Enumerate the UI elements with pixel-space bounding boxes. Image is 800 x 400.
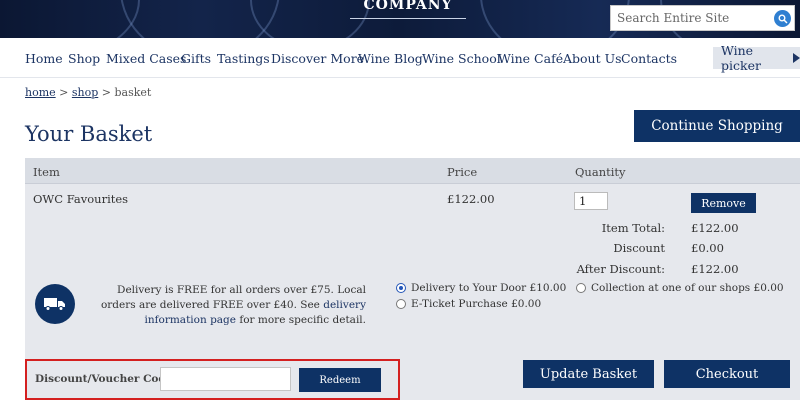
wine-picker-button[interactable]: Wine picker xyxy=(713,43,800,73)
header-banner: COMPANY xyxy=(0,0,800,38)
radio-label: Collection at one of our shops £0.00 xyxy=(591,282,784,294)
breadcrumb: home > shop > basket xyxy=(25,86,151,99)
nav-about-us[interactable]: About Us xyxy=(563,51,622,66)
nav-gifts[interactable]: Gifts xyxy=(181,51,211,66)
header-price: Price xyxy=(447,165,478,179)
play-arrow-icon xyxy=(793,53,800,63)
search-icon xyxy=(778,14,788,24)
breadcrumb-separator: > xyxy=(59,86,69,99)
nav-wine-cafe[interactable]: Wine Café xyxy=(498,51,563,66)
header-item: Item xyxy=(33,165,60,179)
breadcrumb-home[interactable]: home xyxy=(25,86,56,99)
update-basket-button[interactable]: Update Basket xyxy=(523,360,654,388)
discount-value: £0.00 xyxy=(691,241,724,255)
nav-mixed-cases[interactable]: Mixed Cases xyxy=(106,51,186,66)
after-discount-value: £122.00 xyxy=(691,262,739,276)
breadcrumb-shop[interactable]: shop xyxy=(72,86,98,99)
delivery-text-after: for more specific detail. xyxy=(239,314,366,326)
nav-contacts[interactable]: Contacts xyxy=(621,51,677,66)
table-header: Item Price Quantity xyxy=(25,158,800,184)
remove-button[interactable]: Remove xyxy=(691,193,756,213)
nav-wine-school[interactable]: Wine School xyxy=(422,51,501,66)
search-button[interactable] xyxy=(774,10,791,27)
checkout-button[interactable]: Checkout xyxy=(664,360,790,388)
radio-delivery-door[interactable] xyxy=(396,283,406,293)
nav-wine-blog[interactable]: Wine Blog xyxy=(358,51,423,66)
truck-icon xyxy=(44,298,65,311)
brand-underline xyxy=(350,18,466,19)
nav-tastings[interactable]: Tastings xyxy=(217,51,270,66)
nav-shop[interactable]: Shop xyxy=(68,51,100,66)
delivery-truck-badge xyxy=(35,284,75,324)
item-price: £122.00 xyxy=(447,192,495,206)
continue-shopping-button[interactable]: Continue Shopping xyxy=(634,110,800,142)
brand-logo-text[interactable]: COMPANY xyxy=(350,0,466,13)
radio-eticket[interactable] xyxy=(396,299,406,309)
nav-home[interactable]: Home xyxy=(25,51,63,66)
wine-picker-label: Wine picker xyxy=(721,43,761,73)
radio-label: Delivery to Your Door £10.00 xyxy=(411,282,567,294)
discount-label: Discount xyxy=(613,241,665,255)
nav-discover-more[interactable]: Discover More xyxy=(271,51,364,66)
basket-table: Item Price Quantity OWC Favourites £122.… xyxy=(25,158,800,400)
quantity-input[interactable] xyxy=(574,192,608,210)
redeem-button[interactable]: Redeem xyxy=(299,368,381,392)
breadcrumb-separator: > xyxy=(101,86,111,99)
breadcrumb-current: basket xyxy=(114,86,152,99)
after-discount-label: After Discount: xyxy=(576,262,665,276)
item-total-value: £122.00 xyxy=(691,221,739,235)
radio-label: E-Ticket Purchase £0.00 xyxy=(411,298,542,310)
main-nav: Home Shop Mixed Cases Gifts Tastings Dis… xyxy=(0,38,800,78)
delivery-info-text: Delivery is FREE for all orders over £75… xyxy=(85,283,366,328)
search-box xyxy=(610,5,795,31)
search-input[interactable] xyxy=(611,7,771,29)
delivery-option-eticket[interactable]: E-Ticket Purchase £0.00 xyxy=(396,298,541,310)
delivery-option-collection[interactable]: Collection at one of our shops £0.00 xyxy=(576,282,784,294)
radio-collection[interactable] xyxy=(576,283,586,293)
page-title: Your Basket xyxy=(25,122,153,146)
header-quantity: Quantity xyxy=(575,165,626,179)
item-total-label: Item Total: xyxy=(601,221,665,235)
voucher-section: Discount/Voucher Code Redeem xyxy=(25,359,400,400)
voucher-code-input[interactable] xyxy=(160,367,291,391)
voucher-label: Discount/Voucher Code xyxy=(35,373,173,385)
delivery-option-door[interactable]: Delivery to Your Door £10.00 xyxy=(396,282,566,294)
item-name[interactable]: OWC Favourites xyxy=(33,192,128,206)
